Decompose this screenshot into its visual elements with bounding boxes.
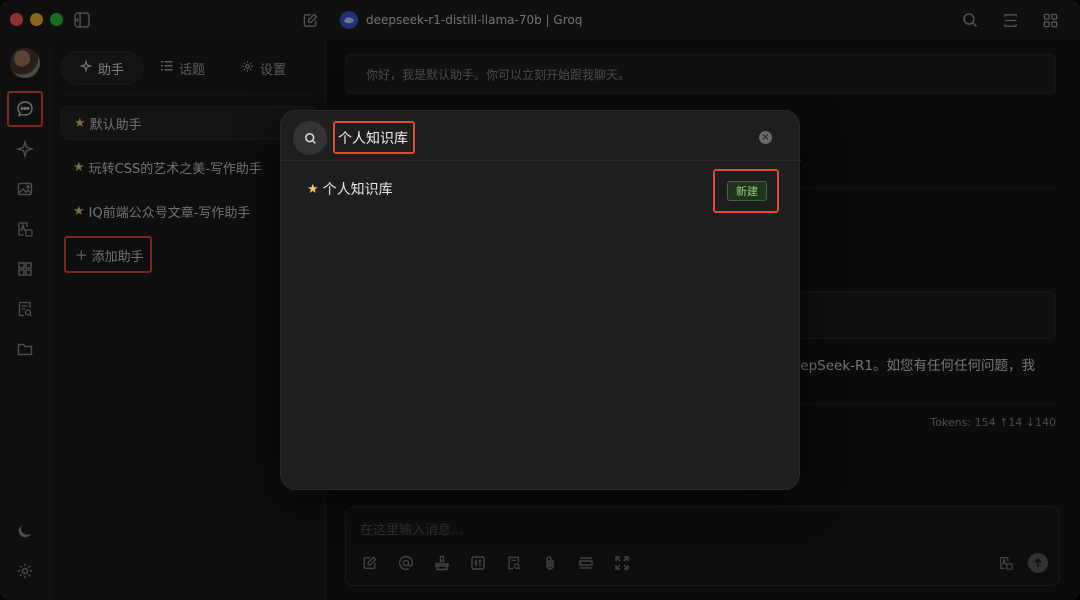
app-window: deepseek-r1-distill-llama-70b | Groq 助手 … — [0, 0, 1080, 600]
search-bar: 个人知识库 × — [281, 111, 801, 161]
new-button-highlight: 新建 — [713, 169, 779, 213]
search-result-item[interactable]: ★ 个人知识库 — [307, 179, 393, 199]
search-modal: 个人知识库 × ★ 个人知识库 新建 — [280, 110, 801, 490]
search-icon — [293, 121, 327, 155]
star-icon: ★ — [307, 181, 319, 197]
result-label: 个人知识库 — [322, 182, 393, 198]
new-button[interactable]: 新建 — [727, 181, 767, 201]
clear-search-button[interactable]: × — [759, 131, 772, 144]
search-input[interactable]: 个人知识库 — [333, 121, 415, 154]
